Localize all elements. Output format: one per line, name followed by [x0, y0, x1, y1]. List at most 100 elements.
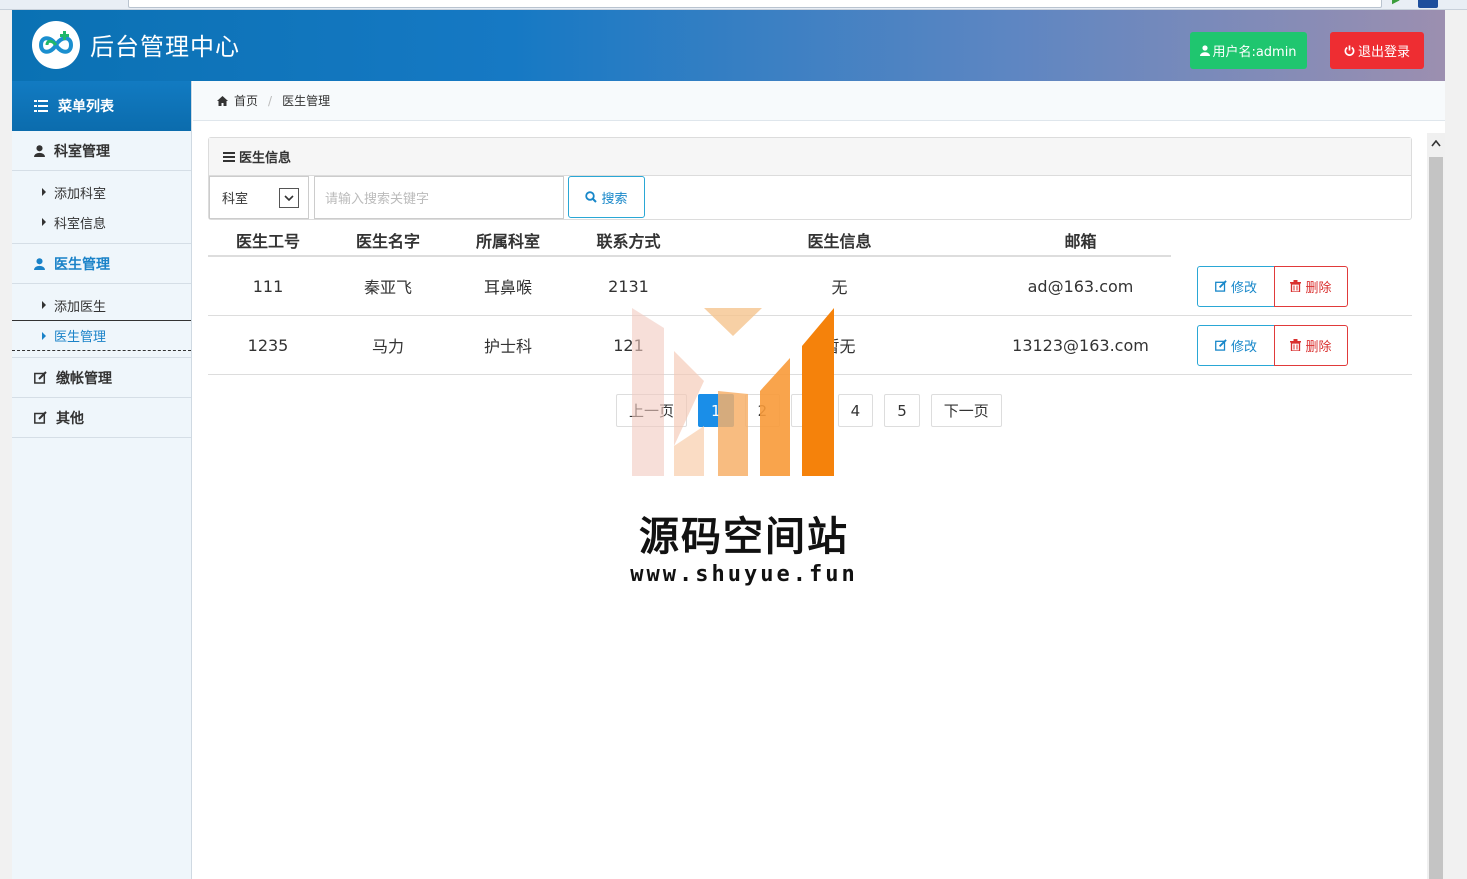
- table-header: 医生工号 医生名字 所属科室 联系方式 医生信息 邮箱: [208, 224, 1171, 257]
- menu-heading: 菜单列表: [12, 81, 191, 131]
- column-header: 邮箱: [1064, 231, 1097, 251]
- sidebar-submenu-department: 添加科室 科室信息: [12, 171, 191, 244]
- delete-button-label: 删除: [1305, 339, 1332, 355]
- edit-icon: [1215, 280, 1227, 292]
- sidebar-group-doctor[interactable]: 医生管理: [12, 244, 191, 284]
- sidebar-item-department-info[interactable]: 科室信息: [12, 207, 191, 237]
- user-icon: [34, 144, 45, 157]
- delete-button[interactable]: 删除: [1274, 324, 1348, 366]
- search-row: 科室 请输入搜索关键字 搜索: [209, 176, 1411, 219]
- panel-heading: 医生信息: [209, 138, 1411, 176]
- page-button-4[interactable]: 4: [837, 394, 874, 427]
- sidebar-submenu-doctor: 添加医生 医生管理: [12, 284, 191, 358]
- breadcrumb-home[interactable]: 首页: [234, 92, 258, 109]
- sidebar-item-add-doctor[interactable]: 添加医生: [12, 290, 191, 320]
- sidebar-item-label: 添加科室: [54, 186, 107, 202]
- edit-button-label: 修改: [1230, 339, 1257, 355]
- go-icon[interactable]: ▶: [1392, 0, 1402, 6]
- sidebar-item-label: 科室信息: [54, 216, 107, 232]
- delete-button[interactable]: 删除: [1274, 265, 1348, 307]
- caret-right-icon: [42, 301, 46, 309]
- cell-info: 无: [831, 278, 848, 297]
- logo-icon: [32, 21, 80, 69]
- caret-right-icon: [42, 218, 46, 226]
- cell-info: 暂无: [823, 337, 856, 356]
- user-button-label: 用户名:admin: [1212, 45, 1297, 60]
- edit-button[interactable]: 修改: [1197, 265, 1275, 307]
- edit-icon: [34, 371, 47, 384]
- panel-title: 医生信息: [239, 151, 292, 166]
- cell-name: 马力: [371, 337, 404, 356]
- sidebar-item-add-department[interactable]: 添加科室: [12, 177, 191, 207]
- cell-department: 耳鼻喉: [483, 278, 532, 297]
- sidebar-item-label: 添加医生: [54, 299, 107, 315]
- column-header: 医生信息: [807, 231, 872, 251]
- search-icon: [585, 191, 598, 203]
- watermark-url: www.shuyue.fun: [630, 562, 858, 587]
- page-button-5[interactable]: 5: [884, 394, 920, 427]
- trash-icon: [1290, 280, 1302, 292]
- address-bar[interactable]: [128, 0, 1382, 8]
- sidebar-group-billing[interactable]: 缴帐管理: [12, 358, 191, 398]
- scroll-up-arrow-icon[interactable]: [1427, 133, 1445, 153]
- page-button-1[interactable]: 1: [698, 394, 734, 427]
- next-page-button[interactable]: 下一页: [930, 394, 1002, 427]
- browser-toolbar: ▶: [0, 0, 1467, 10]
- prev-page-button[interactable]: 上一页: [616, 394, 688, 427]
- search-button[interactable]: 搜索: [568, 176, 645, 218]
- column-header: 医生名字: [355, 231, 420, 251]
- row-actions: 修改 删除: [1171, 265, 1412, 307]
- chevron-down-icon: [279, 188, 299, 208]
- user-button[interactable]: 用户名:admin: [1190, 32, 1307, 69]
- search-input[interactable]: 请输入搜索关键字: [314, 176, 564, 219]
- column-header: 医生工号: [235, 231, 300, 251]
- extension-icon[interactable]: [1418, 0, 1438, 8]
- edit-button[interactable]: 修改: [1197, 324, 1275, 366]
- sidebar-group-other[interactable]: 其他: [12, 398, 191, 438]
- column-header: 所属科室: [475, 231, 540, 251]
- edit-button-label: 修改: [1230, 280, 1257, 296]
- cell-contact: 2131: [608, 276, 649, 296]
- select-value: 科室: [222, 192, 249, 207]
- search-field-select[interactable]: 科室: [209, 176, 309, 219]
- edit-icon: [34, 411, 47, 424]
- table-row: 111 秦亚飞 耳鼻喉 2131 无 ad@163.com 修改 删除: [208, 257, 1412, 316]
- breadcrumb-current: 医生管理: [282, 94, 331, 108]
- trash-icon: [1290, 339, 1302, 351]
- cell-contact: 121: [613, 335, 644, 355]
- sidebar-group-label: 科室管理: [54, 143, 110, 160]
- user-icon: [1200, 45, 1211, 56]
- caret-right-icon: [42, 331, 46, 340]
- table-row: 1235 马力 护士科 121 暂无 13123@163.com 修改 删除: [208, 316, 1412, 375]
- search-panel: 医生信息 科室 请输入搜索关键字 搜索: [208, 137, 1412, 220]
- sidebar-group-department[interactable]: 科室管理: [12, 131, 191, 171]
- sidebar: 菜单列表 科室管理 添加科室 科室信息 医生管理 添加医生 医生管理 缴帐管理 …: [12, 81, 192, 879]
- page-button-2[interactable]: 2: [744, 394, 781, 427]
- sidebar-group-label: 其他: [56, 410, 84, 427]
- logout-button-label: 退出登录: [1357, 45, 1410, 60]
- scrollbar-thumb[interactable]: [1429, 157, 1443, 879]
- breadcrumb-separator: /: [268, 93, 273, 108]
- sidebar-item-label: 医生管理: [54, 330, 107, 345]
- home-icon: [217, 95, 228, 106]
- user-icon: [34, 257, 45, 270]
- logout-button[interactable]: 退出登录: [1330, 32, 1424, 69]
- scrollbar[interactable]: [1427, 133, 1445, 879]
- cell-id: 1235: [247, 335, 289, 355]
- sidebar-item-doctor-management[interactable]: 医生管理: [12, 320, 191, 351]
- menu-heading-label: 菜单列表: [58, 99, 114, 115]
- page-button-3[interactable]: 3: [791, 394, 827, 427]
- search-button-label: 搜索: [601, 191, 628, 207]
- column-header: 联系方式: [596, 231, 661, 251]
- cell-email: 13123@163.com: [1012, 335, 1149, 355]
- power-icon: [1344, 45, 1355, 56]
- sidebar-group-label: 医生管理: [54, 256, 110, 273]
- edit-icon: [1215, 339, 1227, 351]
- top-header: 后台管理中心 用户名:admin 退出登录: [12, 10, 1445, 81]
- sidebar-group-label: 缴帐管理: [56, 370, 112, 387]
- admin-app: 后台管理中心 用户名:admin 退出登录 菜单列表 科室管理 添加科室 科室信: [12, 10, 1445, 879]
- list-icon: [34, 100, 48, 112]
- watermark-title: 源码空间站: [639, 514, 849, 560]
- row-actions: 修改 删除: [1171, 324, 1412, 366]
- cell-email: ad@163.com: [1027, 276, 1134, 296]
